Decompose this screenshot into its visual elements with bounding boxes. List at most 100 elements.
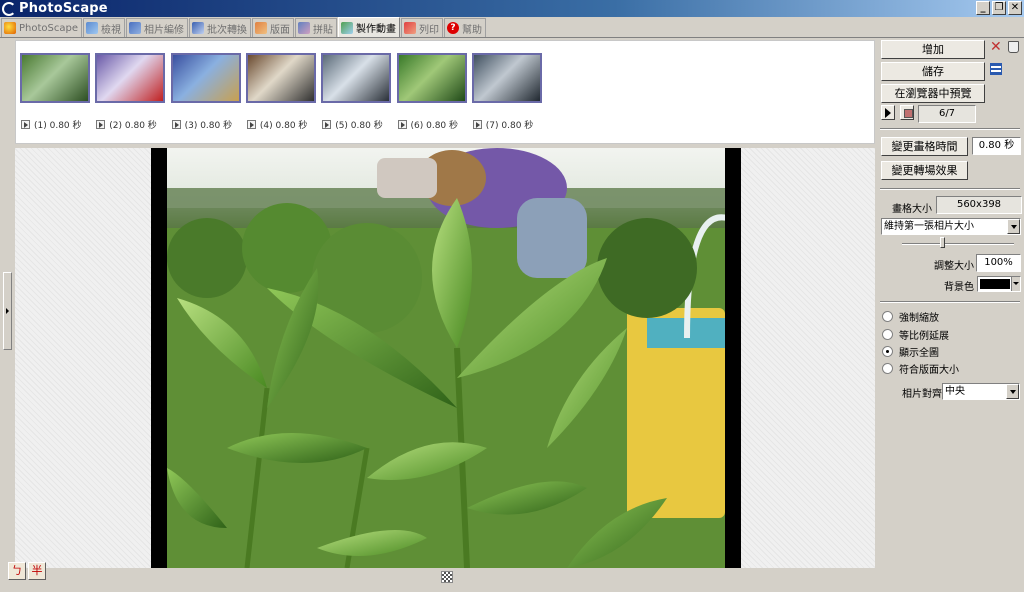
tab-print[interactable]: 列印	[401, 18, 443, 37]
print-icon	[404, 22, 416, 34]
radio-label: 顯示全圖	[899, 347, 939, 359]
restore-button[interactable]: ❐	[992, 1, 1006, 15]
add-button[interactable]: 增加	[881, 40, 985, 59]
radio-fit-canvas[interactable]: 符合版面大小	[882, 361, 959, 376]
size-mode-select[interactable]: 維持第一張相片大小	[881, 218, 1021, 235]
frame-duration: (6) 0.80 秒	[410, 121, 459, 131]
frame-label[interactable]: (2) 0.80 秒	[96, 118, 157, 131]
title-bar: PhotoScape _ ❐ ✕	[0, 0, 1024, 17]
frame-duration: (4) 0.80 秒	[259, 121, 308, 131]
frame-counter: 6/7	[918, 105, 976, 123]
change-frame-time-button[interactable]: 變更畫格時間	[881, 137, 968, 156]
preview-photo	[167, 148, 725, 568]
frame-thumbnail[interactable]	[20, 53, 90, 103]
frame-strip: (1) 0.80 秒 (2) 0.80 秒 (3) 0.80 秒 (4) 0.80 秒…	[15, 40, 875, 144]
tab-label: 版面	[270, 24, 290, 36]
page-icon	[255, 22, 267, 34]
resize-label: 調整大小	[934, 261, 974, 272]
frame-duration: (7) 0.80 秒	[485, 121, 534, 131]
frame-duration: (1) 0.80 秒	[34, 121, 82, 131]
frame-play-icon[interactable]	[96, 120, 106, 129]
frame-label[interactable]: (1) 0.80 秒	[21, 118, 82, 131]
viewer-icon	[86, 22, 98, 34]
save-button[interactable]: 儲存	[881, 62, 985, 81]
frame-play-icon[interactable]	[397, 120, 407, 129]
frame-list-icon[interactable]	[990, 63, 1002, 75]
separator	[880, 188, 1020, 190]
frame-label[interactable]: (6) 0.80 秒	[397, 118, 459, 131]
tab-combine[interactable]: 拼貼	[295, 18, 337, 37]
tab-photoscape[interactable]: PhotoScape	[1, 18, 82, 37]
photo-align-label: 相片對齊	[902, 389, 942, 400]
radio-button[interactable]	[882, 328, 893, 340]
frame-duration: (5) 0.80 秒	[335, 121, 383, 131]
frame-play-icon[interactable]	[322, 120, 332, 129]
chevron-down-icon	[1011, 277, 1020, 291]
change-transition-button[interactable]: 變更轉場效果	[881, 161, 968, 180]
trash-icon[interactable]	[1008, 41, 1019, 53]
separator	[880, 128, 1020, 130]
frame-time-value[interactable]: 0.80 秒	[972, 137, 1021, 155]
photo-align-select[interactable]: 中央	[942, 383, 1020, 400]
frame-thumbnail[interactable]	[95, 53, 166, 103]
minimize-button[interactable]: _	[976, 1, 990, 15]
combine-icon	[298, 22, 310, 34]
radio-show-full[interactable]: 顯示全圖	[882, 344, 939, 359]
tab-label: 幫助	[462, 24, 482, 36]
frame-thumbnail[interactable]	[321, 53, 392, 103]
stop-icon[interactable]	[900, 105, 914, 120]
frame-play-icon[interactable]	[472, 120, 482, 129]
frame-label[interactable]: (7) 0.80 秒	[472, 118, 534, 131]
tab-viewer[interactable]: 檢視	[83, 18, 125, 37]
gif-icon	[341, 21, 353, 34]
frame-play-icon[interactable]	[171, 120, 181, 129]
tab-help[interactable]: ? 幫助	[444, 18, 486, 37]
frame-thumbnail[interactable]	[170, 53, 241, 103]
radio-label: 等比例延展	[899, 330, 949, 342]
transparent-background-icon[interactable]	[441, 571, 453, 583]
separator	[880, 301, 1020, 303]
batch-icon	[192, 22, 204, 34]
radio-proportional-stretch[interactable]: 等比例延展	[882, 327, 949, 342]
help-icon: ?	[447, 22, 459, 34]
color-swatch	[980, 279, 1010, 289]
close-button[interactable]: ✕	[1008, 1, 1022, 15]
radio-button[interactable]	[882, 310, 893, 322]
frame-label[interactable]: (4) 0.80 秒	[246, 118, 308, 131]
radio-button[interactable]	[882, 345, 893, 357]
frame-duration: (2) 0.80 秒	[109, 121, 157, 131]
radio-button[interactable]	[882, 362, 893, 374]
play-icon[interactable]	[881, 105, 895, 120]
resize-value[interactable]: 100%	[976, 254, 1021, 272]
tab-animated-gif[interactable]: 製作動畫	[338, 17, 400, 37]
tab-page[interactable]: 版面	[252, 18, 294, 37]
tab-label: 製作動畫	[356, 24, 396, 35]
frame-thumbnail[interactable]	[245, 53, 316, 103]
frame-label[interactable]: (5) 0.80 秒	[322, 118, 383, 131]
frame-play-icon[interactable]	[21, 120, 30, 129]
frame-label[interactable]: (3) 0.80 秒	[171, 118, 232, 131]
preview-in-browser-button[interactable]: 在瀏覽器中預覽	[881, 84, 985, 103]
tab-label: 拼貼	[313, 24, 333, 36]
ime-halfwidth-button[interactable]: 半	[28, 562, 46, 580]
ime-bopomofo-button[interactable]: ㄅ	[8, 562, 26, 580]
tab-batch[interactable]: 批次轉換	[189, 18, 251, 37]
panel-collapse-handle[interactable]	[3, 272, 12, 350]
delete-icon[interactable]: ✕	[990, 40, 1002, 54]
frame-thumbnail[interactable]	[471, 53, 542, 103]
frame-play-icon[interactable]	[246, 120, 256, 129]
resize-slider-track[interactable]	[902, 243, 1014, 245]
background-color-picker[interactable]	[977, 276, 1021, 292]
resize-slider-thumb[interactable]	[940, 237, 946, 248]
size-mode-value: 維持第一張相片大小	[884, 221, 974, 232]
tab-editor[interactable]: 相片編修	[126, 18, 188, 37]
chevron-down-icon	[1006, 384, 1019, 399]
tab-bar: PhotoScape 檢視 相片編修 批次轉換 版面 拼貼 製作動畫 列印 ? …	[0, 17, 1024, 38]
radio-force-resize[interactable]: 強制縮放	[882, 309, 939, 324]
frame-thumbnail[interactable]	[396, 53, 467, 103]
tab-label: 檢視	[101, 24, 121, 36]
preview-area	[15, 148, 875, 568]
frame-size-label: 畫格大小	[892, 204, 932, 215]
chevron-down-icon	[1007, 219, 1020, 234]
photo-align-value: 中央	[945, 386, 965, 397]
